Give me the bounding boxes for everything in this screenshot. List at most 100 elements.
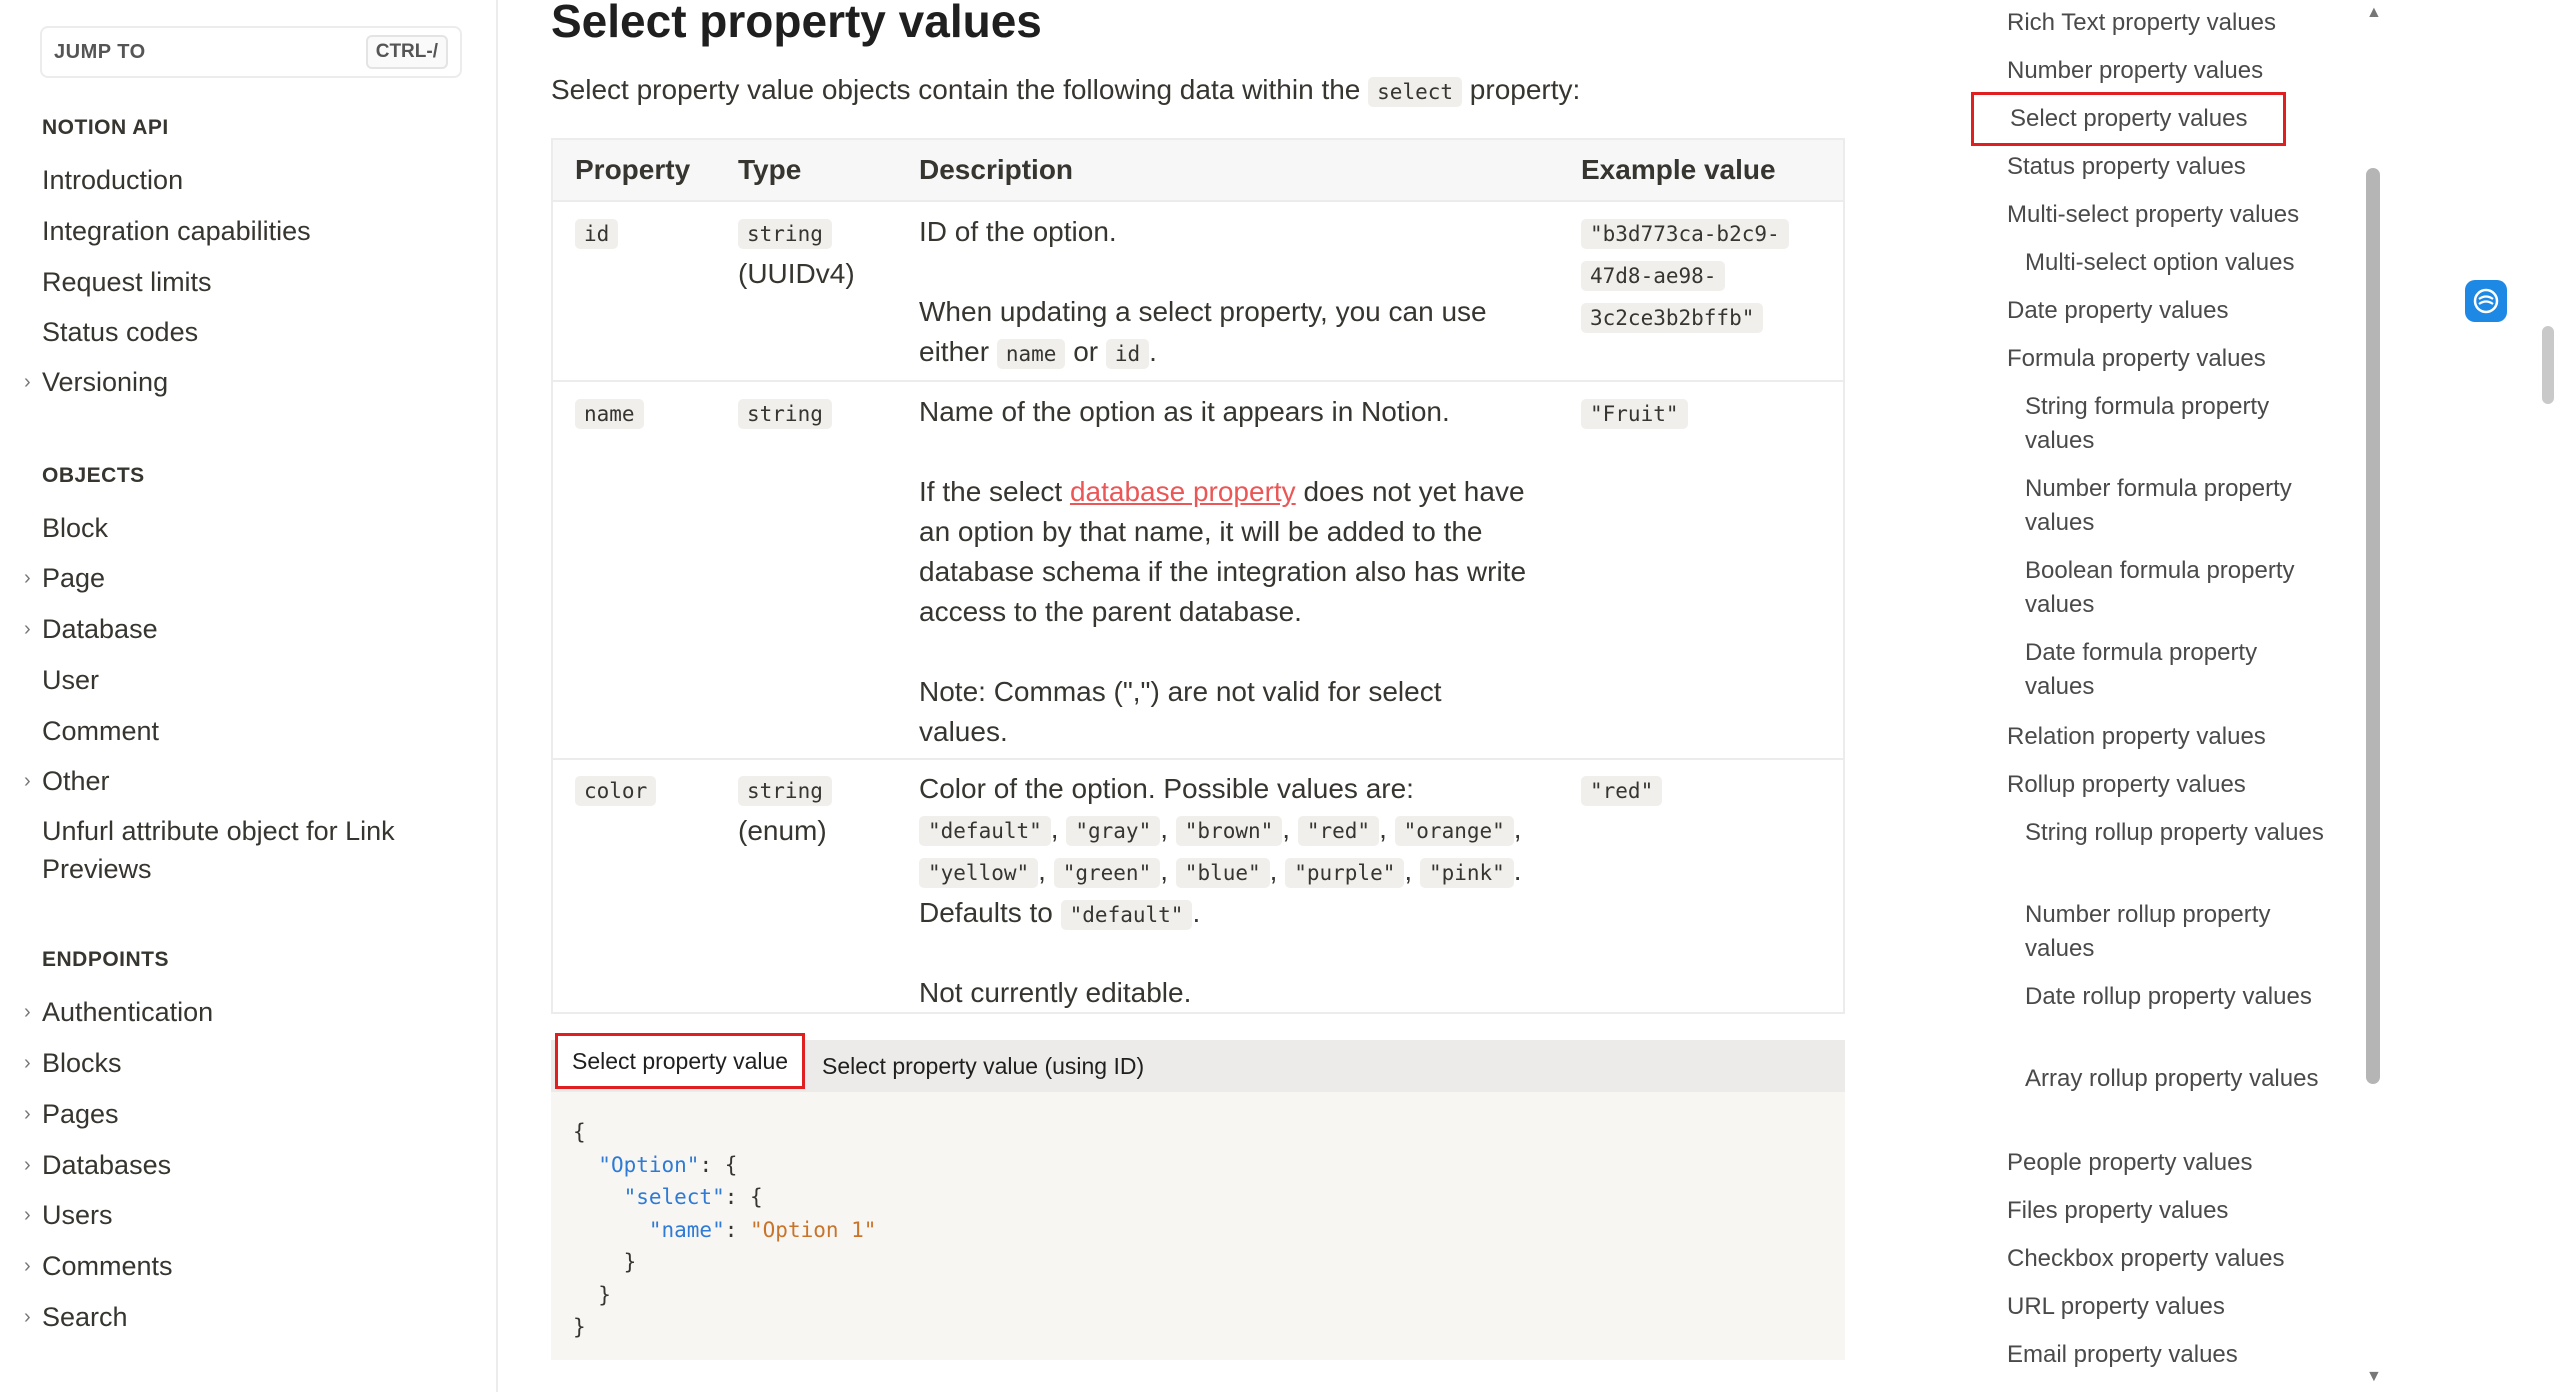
- sidebar-item-pages[interactable]: › Pages: [24, 1096, 119, 1132]
- sidebar-item-search[interactable]: › Search: [24, 1299, 128, 1335]
- toc-item-date-rollup[interactable]: Date rollup property values: [2025, 980, 2325, 1014]
- color-value-code: "red": [1297, 816, 1380, 846]
- sidebar-item-request-limits[interactable]: Request limits: [42, 264, 212, 300]
- sidebar-item-databases[interactable]: › Databases: [24, 1147, 171, 1183]
- table-row-id-description: ID of the option. When updating a select…: [919, 212, 1559, 374]
- toc-item-string-formula[interactable]: String formula property values: [2025, 390, 2325, 458]
- toc-item-relation[interactable]: Relation property values: [2007, 720, 2266, 754]
- toc-item-formula[interactable]: Formula property values: [2007, 342, 2266, 376]
- sidebar-item-label: Users: [42, 1200, 113, 1230]
- code-key-option: "Option": [598, 1152, 700, 1177]
- sidebar-item-versioning[interactable]: › Versioning: [24, 364, 168, 400]
- chevron-right-icon: ›: [24, 1052, 31, 1074]
- type-extra: (enum): [738, 815, 827, 846]
- sidebar-item-label: Comments: [42, 1251, 173, 1281]
- table-row-color-property: color: [575, 769, 657, 811]
- tab-select-property-value[interactable]: Select property value: [555, 1033, 806, 1089]
- table-row-name-description: Name of the option as it appears in Noti…: [919, 392, 1559, 752]
- database-property-link[interactable]: database property: [1070, 476, 1296, 507]
- example-code-line: 47d8-ae98-: [1581, 261, 1726, 291]
- toc-item-rich-text[interactable]: Rich Text property values: [2007, 6, 2276, 40]
- sidebar-item-user[interactable]: User: [42, 662, 99, 698]
- toc-item-checkbox[interactable]: Checkbox property values: [2007, 1242, 2284, 1276]
- left-sidebar: JUMP TO CTRL-/ NOTION API Introduction I…: [0, 0, 498, 1392]
- toc-item-string-rollup[interactable]: String rollup property values: [2025, 816, 2325, 850]
- toc-item-select-active[interactable]: Select property values: [1971, 92, 2287, 146]
- table-row-id-type: string (UUIDv4): [738, 212, 908, 294]
- sidebar-item-label: Authentication: [42, 997, 214, 1027]
- toc-item-date[interactable]: Date property values: [2007, 294, 2228, 328]
- sidebar-item-users[interactable]: › Users: [24, 1197, 113, 1233]
- chevron-right-icon: ›: [24, 618, 31, 640]
- toc-item-email[interactable]: Email property values: [2007, 1338, 2238, 1372]
- toc-item-people[interactable]: People property values: [2007, 1146, 2252, 1180]
- sidebar-item-unfurl-attribute[interactable]: Unfurl attribute object for Link Preview…: [42, 812, 442, 888]
- desc-line: Not currently editable.: [919, 977, 1192, 1008]
- toc-item-multi-select[interactable]: Multi-select property values: [2007, 198, 2299, 232]
- sidebar-item-label: Pages: [42, 1099, 119, 1129]
- type-code: string: [738, 399, 832, 429]
- code-example-tabs: Select property value Select property va…: [551, 1033, 1845, 1092]
- sidebar-item-database[interactable]: › Database: [24, 611, 158, 647]
- toc-item-url[interactable]: URL property values: [2007, 1290, 2225, 1324]
- toc-item-status[interactable]: Status property values: [2007, 150, 2246, 184]
- page-title: Select property values: [551, 0, 1042, 47]
- page-scrollbar-thumb[interactable]: [2542, 326, 2554, 404]
- sidebar-item-status-codes[interactable]: Status codes: [42, 314, 198, 350]
- sidebar-item-comment[interactable]: Comment: [42, 713, 159, 749]
- sidebar-item-label: Database: [42, 614, 158, 644]
- sidebar-item-comments[interactable]: › Comments: [24, 1248, 173, 1284]
- toc-item-array-rollup[interactable]: Array rollup property values: [2025, 1062, 2325, 1096]
- section-heading-endpoints: ENDPOINTS: [42, 948, 170, 971]
- sidebar-item-introduction[interactable]: Introduction: [42, 162, 183, 198]
- type-code: string: [738, 219, 832, 249]
- code-key-name: "name": [648, 1217, 725, 1242]
- sidebar-item-integration-capabilities[interactable]: Integration capabilities: [42, 213, 311, 249]
- desc-text: .: [1192, 897, 1201, 928]
- tab-select-property-value-using-id[interactable]: Select property value (using ID): [822, 1040, 1144, 1092]
- code-example-block: { "Option": { "select": { "name": "Optio…: [551, 1092, 1845, 1360]
- jump-to-search[interactable]: JUMP TO CTRL-/: [40, 26, 462, 78]
- desc-text: or: [1073, 336, 1099, 367]
- toc-item-multi-select-option[interactable]: Multi-select option values: [2025, 246, 2325, 280]
- sidebar-item-label: Page: [42, 563, 106, 593]
- color-value-code: "green": [1053, 858, 1161, 888]
- intro-code: select: [1368, 77, 1463, 107]
- toc-item-number-rollup[interactable]: Number rollup property values: [2025, 898, 2325, 966]
- example-code: "red": [1581, 776, 1663, 806]
- scroll-up-arrow-icon[interactable]: ▲: [2366, 4, 2382, 22]
- toc-item-number-formula[interactable]: Number formula property values: [2025, 472, 2325, 540]
- sidebar-item-authentication[interactable]: › Authentication: [24, 994, 214, 1030]
- color-values-line: "yellow", "green", "blue", "purple", "pi…: [919, 851, 1579, 893]
- table-row-color-type: string (enum): [738, 769, 908, 851]
- desc-line: values.: [919, 716, 1008, 747]
- color-value-code: "gray": [1066, 816, 1161, 846]
- sidebar-item-block[interactable]: Block: [42, 510, 108, 546]
- example-code: "Fruit": [1581, 399, 1688, 429]
- section-heading-notion-api: NOTION API: [42, 116, 169, 139]
- desc-text: .: [1149, 336, 1157, 367]
- toc-scrollbar-thumb[interactable]: [2366, 168, 2380, 1084]
- toc-item-date-formula[interactable]: Date formula property values: [2025, 636, 2325, 704]
- jump-to-shortcut: CTRL-/: [365, 35, 448, 69]
- sidebar-item-blocks[interactable]: › Blocks: [24, 1045, 122, 1081]
- color-value-code: "blue": [1175, 858, 1270, 888]
- type-code: string: [738, 776, 832, 806]
- assistant-widget-icon[interactable]: [2465, 280, 2507, 322]
- toc-item-files[interactable]: Files property values: [2007, 1194, 2228, 1228]
- sidebar-item-page[interactable]: › Page: [24, 560, 106, 596]
- table-row-id-property: id: [575, 212, 619, 254]
- chevron-right-icon: ›: [24, 1154, 31, 1176]
- desc-line: either name or id.: [919, 332, 1559, 374]
- desc-line: Note: Commas (",") are not valid for sel…: [919, 676, 1442, 707]
- brain-icon: [2473, 288, 2499, 314]
- table-row-color-description: Color of the option. Possible values are…: [919, 769, 1579, 1013]
- sidebar-item-other[interactable]: › Other: [24, 763, 110, 799]
- desc-line: database schema if the integration also …: [919, 556, 1527, 587]
- scroll-down-arrow-icon[interactable]: ▼: [2366, 1368, 2382, 1386]
- sidebar-item-label: Search: [42, 1302, 128, 1332]
- toc-item-boolean-formula[interactable]: Boolean formula property values: [2025, 554, 2325, 622]
- toc-item-rollup[interactable]: Rollup property values: [2007, 768, 2246, 802]
- toc-item-number[interactable]: Number property values: [2007, 54, 2263, 88]
- desc-line: ID of the option.: [919, 216, 1117, 247]
